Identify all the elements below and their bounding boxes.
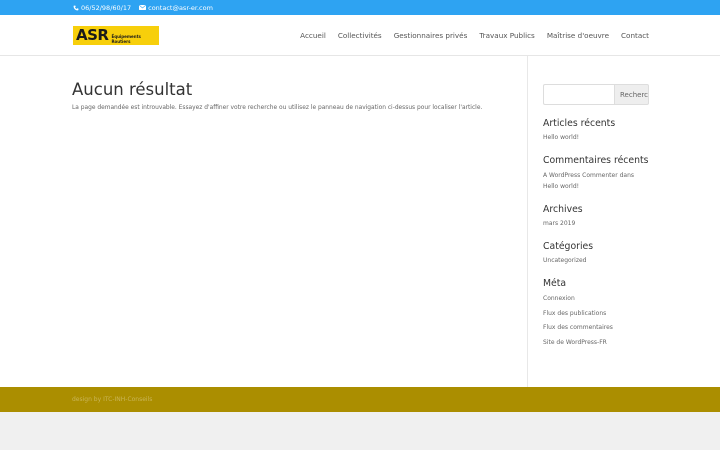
recent-posts-widget: Articles récents Hello world! (543, 119, 653, 143)
meta-link-wordpress-fr[interactable]: Site de WordPress-FR (543, 336, 653, 351)
meta-link-comments-feed[interactable]: Flux des commentaires (543, 321, 653, 336)
nav-item-collectivites[interactable]: Collectivités (338, 31, 382, 40)
site-footer: design by ITC-INH-Conseils (0, 387, 720, 412)
footer-credit[interactable]: design by ITC-INH-Conseils (72, 396, 152, 403)
main-nav: Accueil Collectivités Gestionnaires priv… (300, 15, 649, 55)
email-address[interactable]: contact@asr-er.com (148, 4, 213, 12)
phone-number[interactable]: 06/52/98/60/17 (81, 4, 131, 12)
recent-comment-link[interactable]: A WordPress Commenter dans Hello world! (543, 170, 643, 192)
phone-icon (73, 5, 79, 10)
categories-widget: Catégories Uncategorized (543, 242, 653, 266)
recent-comments-widget: Commentaires récents A WordPress Comment… (543, 156, 653, 191)
main-area: Aucun résultat La page demandée est intr… (0, 56, 720, 387)
nav-item-maitrise-doeuvre[interactable]: Maîtrise d'oeuvre (547, 31, 609, 40)
phone-contact[interactable]: 06/52/98/60/17 (73, 4, 131, 12)
site-logo[interactable]: ASR Équipements Routiers (73, 26, 159, 45)
top-bar: 06/52/98/60/17 contact@asr-er.com (0, 0, 720, 15)
meta-widget: Méta Connexion Flux des publications Flu… (543, 279, 653, 350)
nav-item-gestionnaires-prives[interactable]: Gestionnaires privés (394, 31, 468, 40)
search-form: Rechercher (543, 84, 653, 105)
nav-item-accueil[interactable]: Accueil (300, 31, 326, 40)
widget-title: Catégories (543, 240, 594, 252)
widget-title: Méta (543, 278, 567, 290)
envelope-icon (139, 5, 147, 10)
search-input[interactable] (543, 84, 614, 105)
widget-title: Commentaires récents (543, 155, 649, 167)
widget-title: Archives (543, 203, 583, 215)
search-button[interactable]: Rechercher (614, 84, 649, 105)
not-found-message: La page demandée est introuvable. Essaye… (72, 104, 483, 111)
meta-link-connexion[interactable]: Connexion (543, 292, 653, 307)
widget-title: Articles récents (543, 118, 616, 129)
page-title: Aucun résultat (72, 80, 193, 99)
archive-link[interactable]: mars 2019 (543, 218, 653, 229)
nav-item-travaux-publics[interactable]: Travaux Publics (479, 31, 534, 40)
meta-link-posts-feed[interactable]: Flux des publications (543, 307, 653, 322)
sidebar: Rechercher Articles récents Hello world!… (543, 84, 653, 350)
email-contact[interactable]: contact@asr-er.com (139, 4, 213, 12)
category-link[interactable]: Uncategorized (543, 255, 653, 266)
sidebar-divider (527, 56, 528, 387)
content: Aucun résultat La page demandée est intr… (72, 80, 512, 111)
logo-tagline: Équipements Routiers (111, 33, 141, 44)
nav-item-contact[interactable]: Contact (621, 31, 649, 40)
site-header: ASR Équipements Routiers Accueil Collect… (0, 15, 720, 56)
archives-widget: Archives mars 2019 (543, 203, 653, 229)
logo-text: ASR (76, 26, 109, 44)
recent-post-link[interactable]: Hello world! (543, 132, 653, 143)
